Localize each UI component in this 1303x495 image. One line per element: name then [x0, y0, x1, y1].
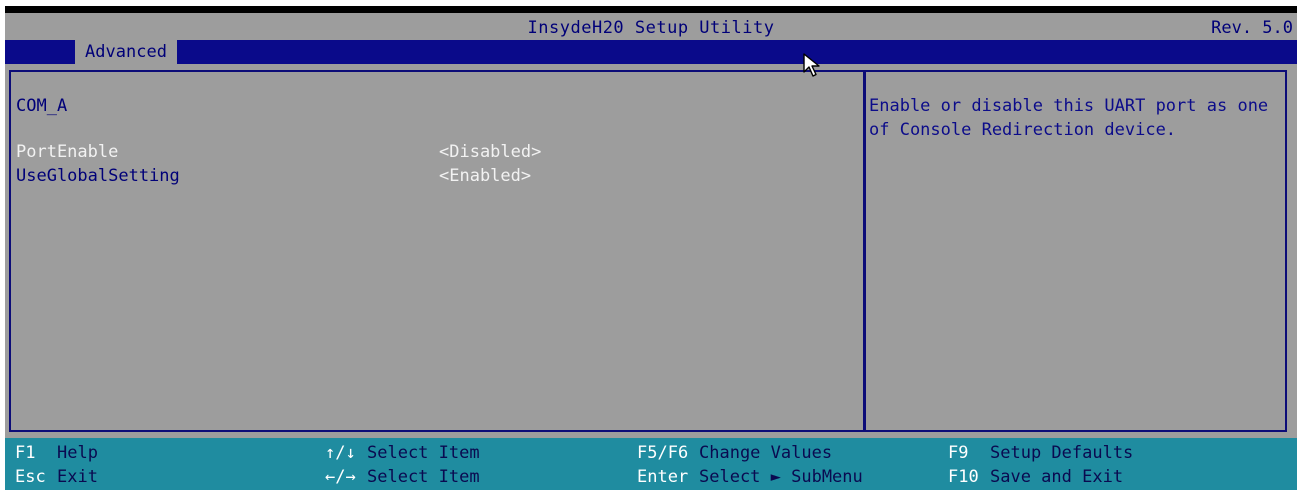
help-panel: Enable or disable this UART port as one …: [863, 70, 1287, 432]
settings-panel: COM_A PortEnable <Disabled> UseGlobalSet…: [9, 70, 866, 432]
setting-row-port-enable[interactable]: PortEnable <Disabled>: [16, 142, 836, 164]
key-label: F9: [948, 443, 969, 463]
mouse-pointer-icon: [803, 53, 820, 77]
setting-value-port-enable[interactable]: <Disabled>: [439, 142, 541, 162]
key-help-left-right[interactable]: ←/→ Select Item: [325, 467, 480, 489]
key-description: Exit: [57, 467, 98, 487]
key-description: Save and Exit: [990, 467, 1124, 487]
revision-label: Rev. 5.0: [1211, 18, 1293, 38]
app-title: InsydeH20 Setup Utility: [527, 18, 775, 38]
help-text: Enable or disable this UART port as one …: [869, 96, 1269, 140]
bios-window: InsydeH20 Setup Utility Rev. 5.0 Advance…: [5, 6, 1297, 490]
setting-row-use-global-setting[interactable]: UseGlobalSetting <Enabled>: [16, 166, 836, 188]
key-description: Setup Defaults: [990, 443, 1134, 463]
key-help-enter[interactable]: Enter Select ► SubMenu: [637, 467, 863, 489]
key-description: Help: [57, 443, 98, 463]
content-area: COM_A PortEnable <Disabled> UseGlobalSet…: [5, 64, 1297, 438]
key-label: Esc: [15, 467, 46, 487]
key-description: Change Values: [699, 443, 833, 463]
setting-value-use-global-setting[interactable]: <Enabled>: [439, 166, 531, 186]
section-title: COM_A: [16, 96, 68, 116]
key-help-f10[interactable]: F10 Save and Exit: [948, 467, 1123, 489]
key-help-bar: F1 Help Esc Exit ↑/↓ Select Item ←/→ Select …: [5, 438, 1297, 490]
key-description: Select Item: [367, 443, 480, 463]
key-label: ↑/↓: [325, 443, 356, 463]
key-help-f9[interactable]: F9 Setup Defaults: [948, 443, 1133, 465]
key-help-up-down[interactable]: ↑/↓ Select Item: [325, 443, 480, 465]
key-help-esc[interactable]: Esc Exit: [15, 467, 98, 489]
key-label: ←/→: [325, 467, 356, 487]
key-help-f1[interactable]: F1 Help: [15, 443, 98, 465]
setting-label-use-global-setting: UseGlobalSetting: [16, 166, 180, 186]
title-bar: InsydeH20 Setup Utility Rev. 5.0: [5, 13, 1297, 40]
key-label: F5/F6: [637, 443, 689, 463]
key-description: Select Item: [367, 467, 480, 487]
key-help-f5-f6[interactable]: F5/F6 Change Values: [637, 443, 832, 465]
key-label: F1: [15, 443, 36, 463]
tab-advanced[interactable]: Advanced: [75, 40, 177, 64]
menu-bar: Advanced: [5, 40, 1297, 64]
setting-label-port-enable: PortEnable: [16, 142, 119, 162]
key-label: Enter: [637, 467, 689, 487]
key-description: Select ► SubMenu: [699, 467, 863, 487]
key-label: F10: [948, 467, 979, 487]
